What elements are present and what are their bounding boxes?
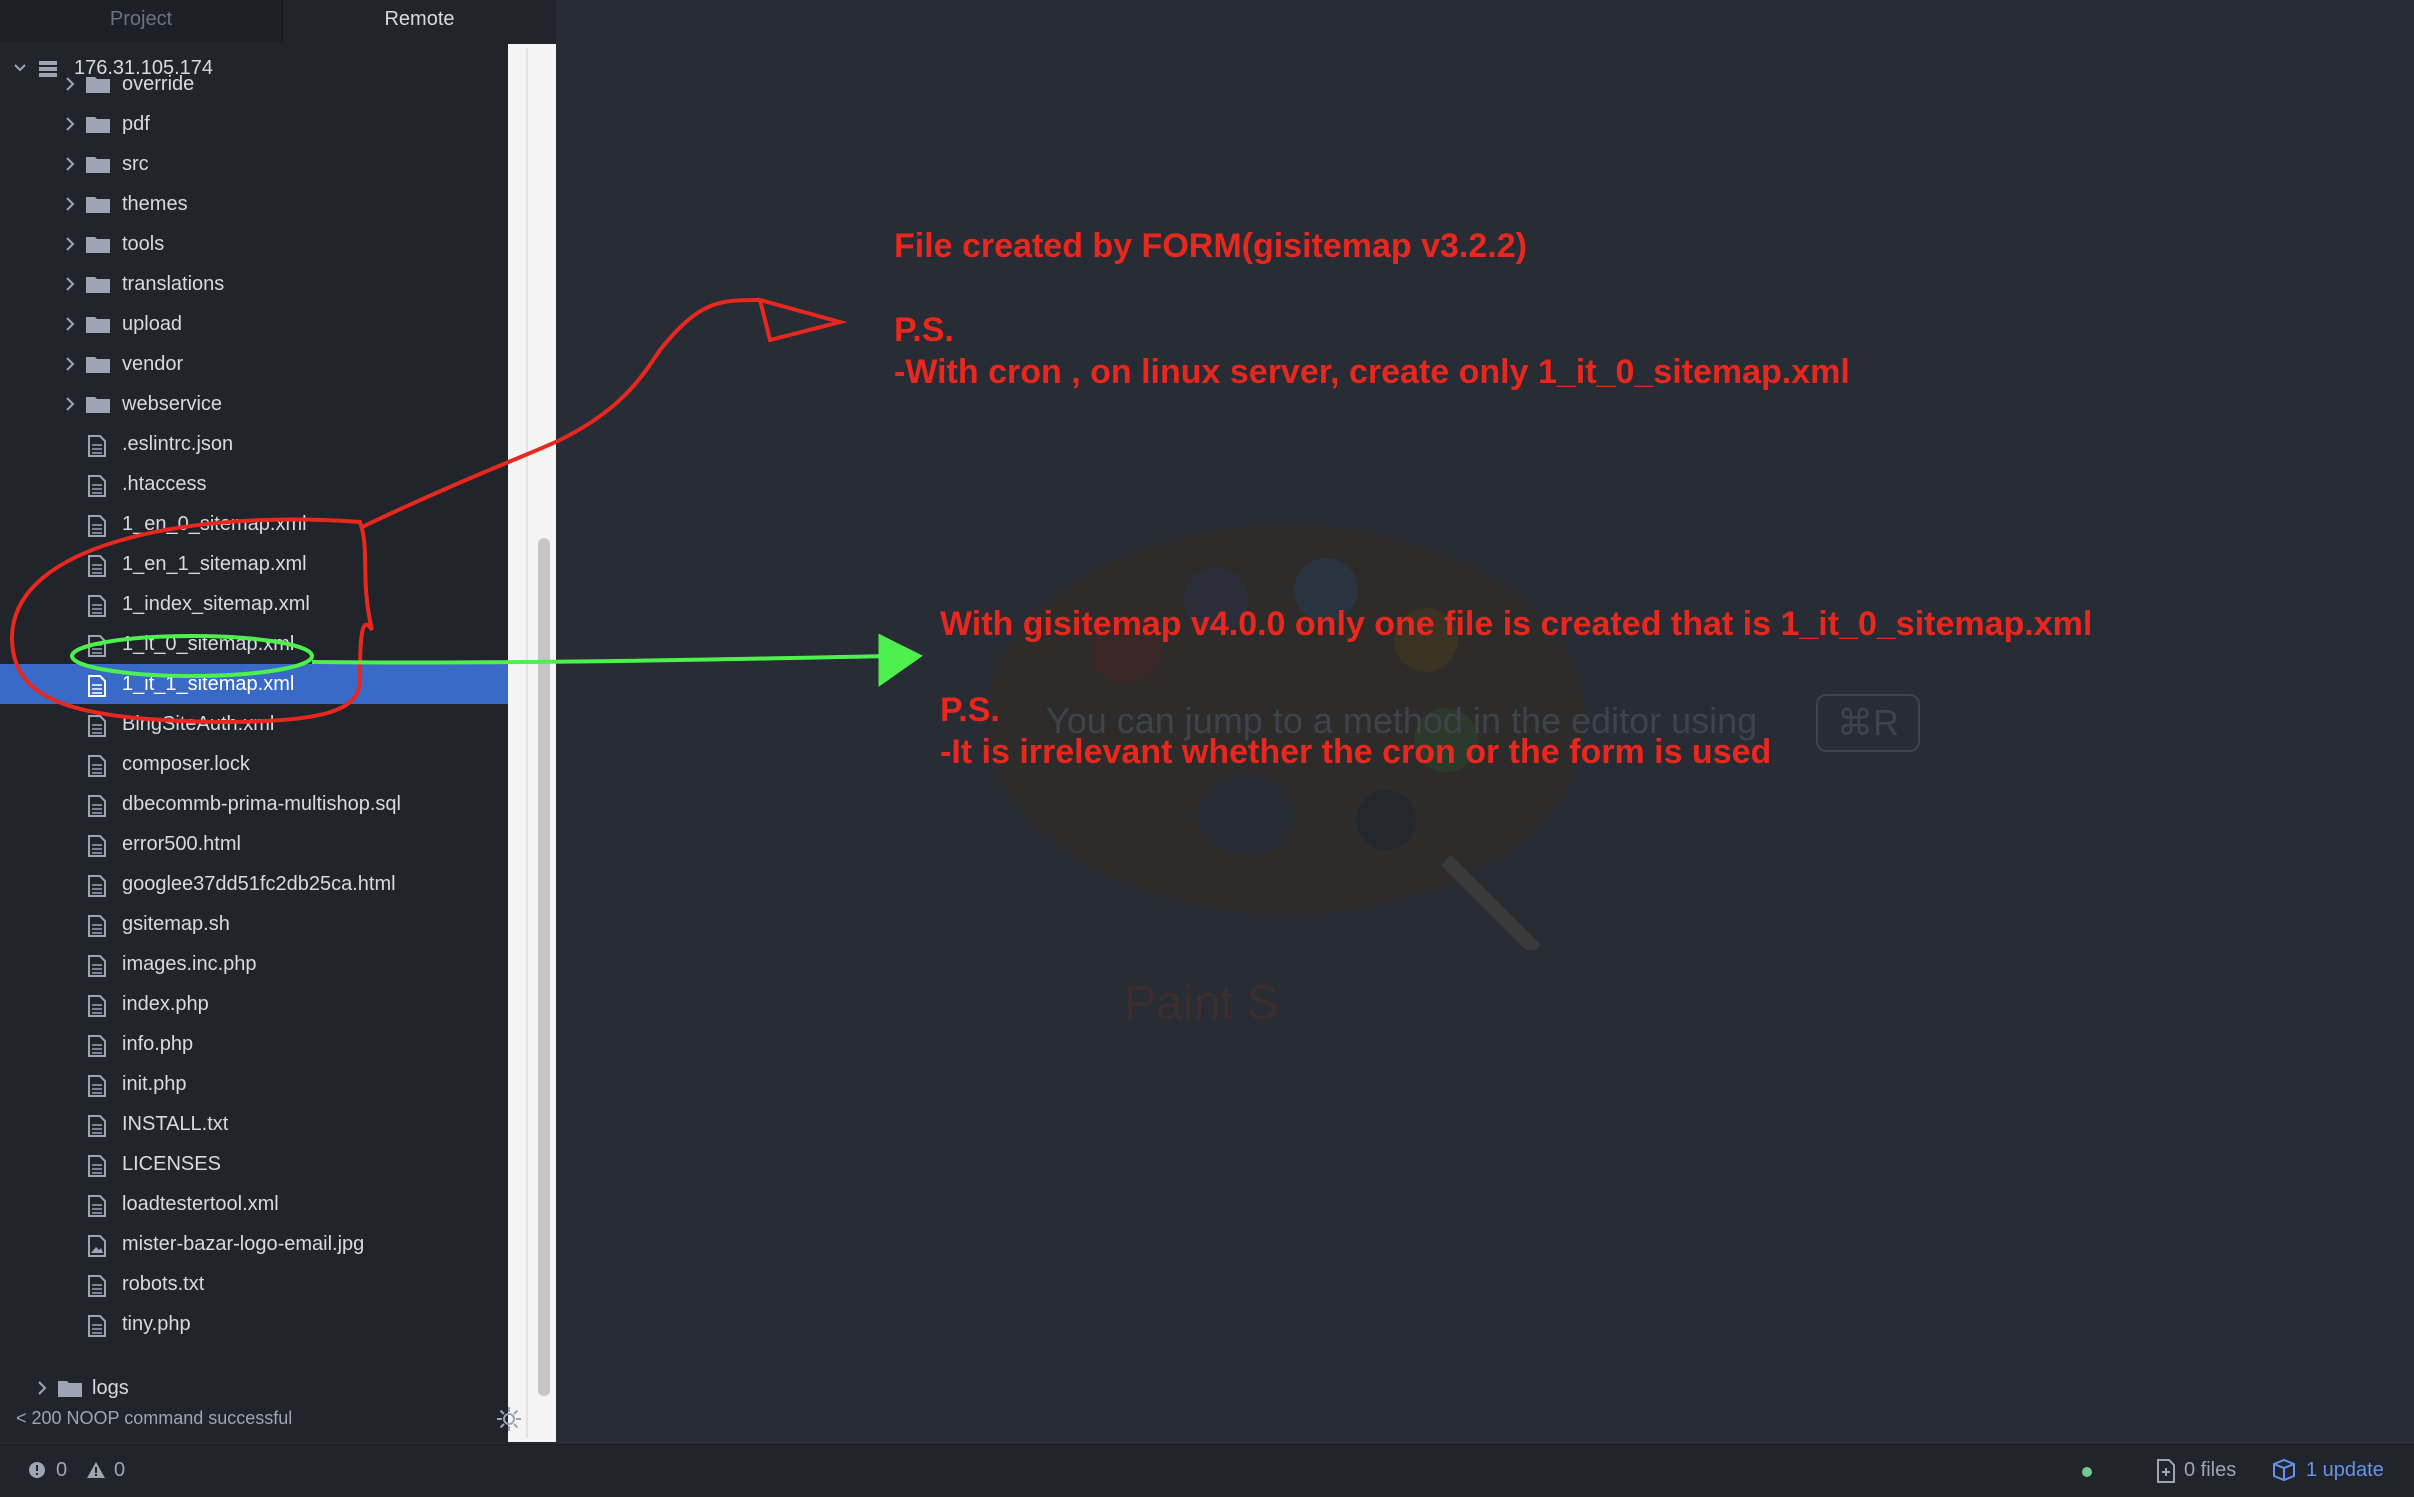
error-count[interactable]: 0 [56, 1459, 67, 1481]
hand-drawn-annotations [9, 297, 923, 725]
error-icon[interactable] [28, 1461, 46, 1479]
git-files-count[interactable]: 0 files [2184, 1459, 2236, 1481]
package-icon[interactable] [2272, 1459, 2296, 1481]
update-count[interactable]: 1 update [2306, 1459, 2384, 1481]
status-dot-icon [2082, 1467, 2092, 1477]
status-bar: 0 0 0 files 1 update [0, 1444, 2414, 1497]
warning-count[interactable]: 0 [114, 1459, 125, 1481]
warning-icon[interactable] [86, 1461, 106, 1479]
file-plus-icon[interactable] [2156, 1459, 2176, 1483]
